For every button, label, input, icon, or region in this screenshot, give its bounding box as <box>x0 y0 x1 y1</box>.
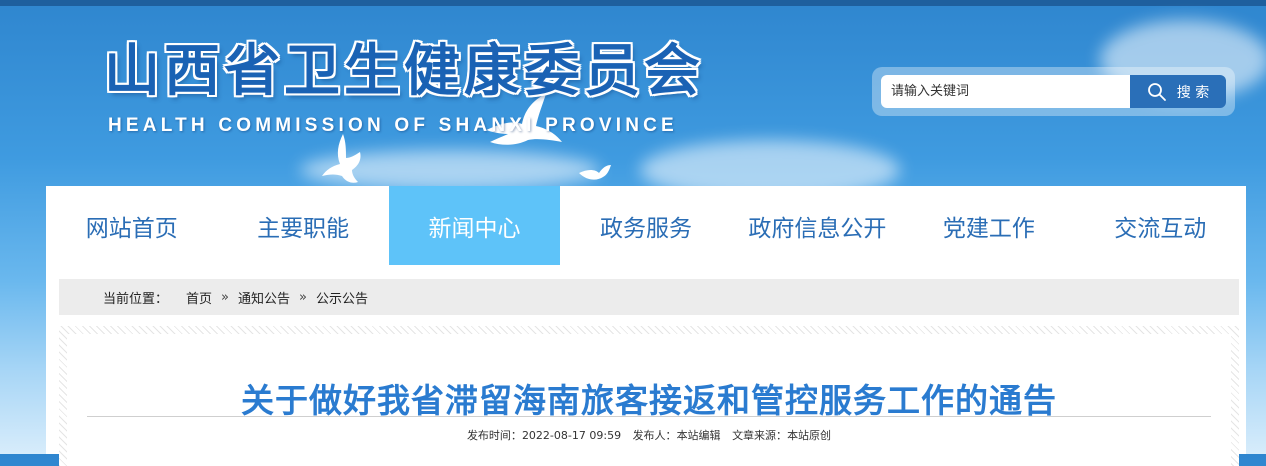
nav-item-news-center[interactable]: 新闻中心 <box>388 186 561 265</box>
breadcrumb: 当前位置： 首页 » 通知公告 » 公示公告 <box>59 279 1239 315</box>
breadcrumb-link-announcements[interactable]: 公示公告 <box>316 288 368 307</box>
search-input[interactable] <box>881 75 1149 108</box>
site-title: 山西省卫生健康委员会 <box>104 39 704 104</box>
breadcrumb-link-home[interactable]: 首页 <box>186 288 212 307</box>
nav-item-party-building[interactable]: 党建工作 <box>903 186 1074 265</box>
dove-icon <box>322 134 361 183</box>
main-nav: 网站首页 主要职能 新闻中心 政务服务 政府信息公开 党建工作 交流互动 <box>46 186 1246 269</box>
breadcrumb-prefix: 当前位置： <box>103 291 169 307</box>
dove-icon <box>579 165 611 180</box>
search-button[interactable]: 搜 索 <box>1130 75 1226 108</box>
content-panel: 当前位置： 首页 » 通知公告 » 公示公告 关于做好我省滞留海南旅客接返和管控… <box>46 265 1246 466</box>
nav-item-functions[interactable]: 主要职能 <box>217 186 388 265</box>
breadcrumb-separator: » <box>299 289 307 305</box>
title-divider <box>87 416 1211 417</box>
article-body: 关于做好我省滞留海南旅客接返和管控服务工作的通告 发布时间：2022-08-17… <box>67 334 1231 466</box>
source-label: 文章来源： <box>732 429 788 442</box>
article-title: 关于做好我省滞留海南旅客接返和管控服务工作的通告 <box>241 381 1057 420</box>
nav-item-interaction[interactable]: 交流互动 <box>1075 186 1246 265</box>
publisher-label: 发布人： <box>632 429 677 442</box>
article-meta: 发布时间：2022-08-17 09:59 发布人：本站编辑 文章来源：本站原创 <box>67 427 1231 443</box>
search-button-label: 搜 索 <box>1176 84 1210 101</box>
nav-item-home[interactable]: 网站首页 <box>46 186 217 265</box>
search-icon <box>1147 82 1166 101</box>
publish-time: 2022-08-17 09:59 <box>521 429 622 442</box>
site-subtitle: HEALTH COMMISSION OF SHANXI PROVINCE <box>108 115 678 136</box>
publisher: 本站编辑 <box>676 429 721 442</box>
article-frame: 关于做好我省滞留海南旅客接返和管控服务工作的通告 发布时间：2022-08-17… <box>59 326 1239 466</box>
top-strip <box>0 0 1266 6</box>
nav-item-government-services[interactable]: 政务服务 <box>560 186 731 265</box>
search-box: 搜 索 <box>872 67 1235 116</box>
publish-time-label: 发布时间： <box>466 429 522 442</box>
nav-item-information-disclosure[interactable]: 政府信息公开 <box>732 186 903 265</box>
breadcrumb-link-notices[interactable]: 通知公告 <box>238 288 290 307</box>
breadcrumb-separator: » <box>221 289 229 305</box>
source: 本站原创 <box>787 429 832 442</box>
